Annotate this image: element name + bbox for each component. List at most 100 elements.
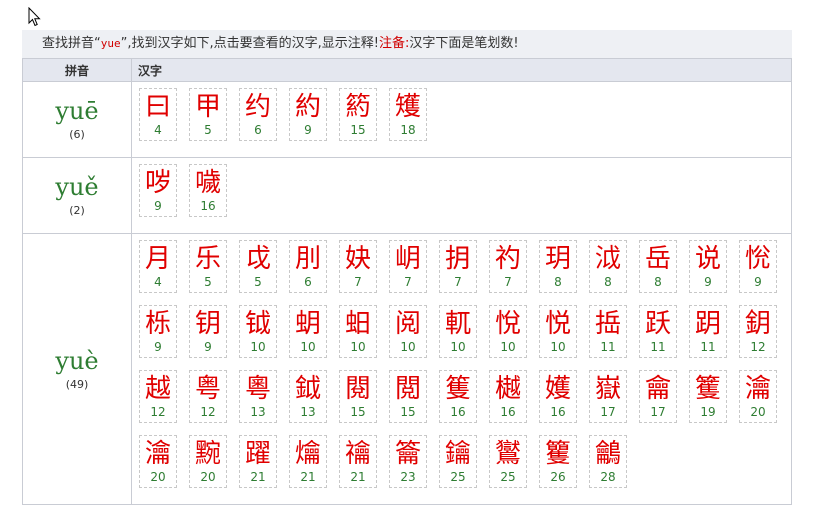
hanzi-link[interactable]: 籥 23 bbox=[389, 435, 427, 488]
hanzi-link[interactable]: 約9 bbox=[289, 88, 327, 141]
stroke-count: 9 bbox=[154, 199, 162, 213]
hanzi-link[interactable]: 禴 21 bbox=[339, 435, 377, 488]
hanzi-link[interactable]: 閱 15 bbox=[339, 370, 377, 423]
hanzi-char: 岳 bbox=[644, 244, 671, 274]
hanzi-link[interactable]: 鉞 13 bbox=[289, 370, 327, 423]
stroke-count: 20 bbox=[150, 470, 166, 484]
stroke-count: 18 bbox=[400, 123, 416, 137]
hanzi-link[interactable]: 箹 15 bbox=[339, 88, 377, 141]
hanzi-link[interactable]: 爚 21 bbox=[289, 435, 327, 488]
hanzi-link[interactable]: 嶽 17 bbox=[589, 370, 627, 423]
hanzi-link[interactable]: 钺 10 bbox=[239, 305, 277, 358]
hanzi-char: 抈 bbox=[444, 244, 471, 274]
stroke-count: 11 bbox=[600, 340, 616, 354]
hanzi-char: 瀹 bbox=[744, 374, 771, 404]
hanzi-link[interactable]: 戉5 bbox=[239, 240, 277, 293]
hanzi-link[interactable]: 甲5 bbox=[189, 88, 227, 141]
hanzi-link[interactable]: 鸑 25 bbox=[489, 435, 527, 488]
hanzi-link[interactable]: 蚏 10 bbox=[289, 305, 327, 358]
hanzi-link[interactable]: 瀹 20 bbox=[739, 370, 777, 423]
stroke-count: 25 bbox=[450, 470, 466, 484]
hanzi-link[interactable]: 噦 16 bbox=[189, 164, 227, 217]
hanzi-link[interactable]: 躍 21 bbox=[239, 435, 277, 488]
hanzi-link[interactable]: 黦 20 bbox=[189, 435, 227, 488]
pinyin-group-row: yuē (6) 曰 4 甲 5 约 6 約 9 箹 15 矱 18 bbox=[22, 81, 792, 158]
hanzi-link[interactable]: 抈7 bbox=[439, 240, 477, 293]
hanzi-char: 黦 bbox=[194, 439, 221, 469]
hanzi-link[interactable]: 蚎 10 bbox=[339, 305, 377, 358]
hanzi-link[interactable]: 栎9 bbox=[139, 305, 177, 358]
hanzi-char: 越 bbox=[144, 374, 171, 404]
hanzi-link[interactable]: 閲 15 bbox=[389, 370, 427, 423]
search-info-bar: 查找拼音“yue”,找到汉字如下,点击要查看的汉字,显示注释!注备:汉字下面是笔… bbox=[22, 30, 792, 58]
hanzi-char: 籆 bbox=[694, 374, 721, 404]
stroke-count: 6 bbox=[304, 275, 312, 289]
hanzi-char: 閱 bbox=[344, 374, 371, 404]
stroke-count: 26 bbox=[550, 470, 566, 484]
hanzi-link[interactable]: 刖6 bbox=[289, 240, 327, 293]
hanzi-link[interactable]: 鸙 28 bbox=[589, 435, 627, 488]
stroke-count: 5 bbox=[254, 275, 262, 289]
hanzi-link[interactable]: 岳8 bbox=[639, 240, 677, 293]
stroke-count: 10 bbox=[450, 340, 466, 354]
stroke-count: 9 bbox=[754, 275, 762, 289]
pinyin-cell: yuè (49) bbox=[22, 233, 132, 505]
hanzi-link[interactable]: 阅 10 bbox=[389, 305, 427, 358]
hanzi-link[interactable]: 越 12 bbox=[139, 370, 177, 423]
hanzi-char: 鉞 bbox=[294, 374, 321, 404]
hanzi-link[interactable]: 悦 10 bbox=[539, 305, 577, 358]
hanzi-link[interactable]: 跃 11 bbox=[639, 305, 677, 358]
hanzi-link[interactable]: 鈅 12 bbox=[739, 305, 777, 358]
hanzi-link[interactable]: 钥9 bbox=[189, 305, 227, 358]
hanzi-char: 岄 bbox=[394, 244, 421, 274]
hanzi-link[interactable]: 月4 bbox=[139, 240, 177, 293]
hanzi-link[interactable]: 泧8 bbox=[589, 240, 627, 293]
pinyin-label: yuē bbox=[55, 97, 99, 125]
hanzi-link[interactable]: 约6 bbox=[239, 88, 277, 141]
pinyin-group-row: yuě (2) 哕 9 噦 16 bbox=[22, 157, 792, 234]
hanzi-char: 箹 bbox=[344, 92, 371, 122]
hanzi-char: 捳 bbox=[594, 309, 621, 339]
hanzi-link[interactable]: 悅 10 bbox=[489, 305, 527, 358]
stroke-count: 21 bbox=[300, 470, 316, 484]
hanzi-link[interactable]: 粤 12 bbox=[189, 370, 227, 423]
hanzi-link[interactable]: 跀 11 bbox=[689, 305, 727, 358]
stroke-count: 8 bbox=[604, 275, 612, 289]
char-grid: 月 4 乐 5 戉 5 刖 6 妜 7 岄 7 抈 7 礿 7 玥 8 泧 8 岳 8 说 9 恱 9 栎 9 钥 9 钺 10 蚏 10 蚎 10 阅… bbox=[139, 240, 791, 500]
char-grid: 曰 4 甲 5 约 6 約 9 箹 15 矱 18 bbox=[139, 88, 791, 153]
hanzi-link[interactable]: 軏 10 bbox=[439, 305, 477, 358]
hanzi-link[interactable]: 捳 11 bbox=[589, 305, 627, 358]
stroke-count: 4 bbox=[154, 275, 162, 289]
stroke-count: 10 bbox=[400, 340, 416, 354]
hanzi-char: 禴 bbox=[344, 439, 371, 469]
hanzi-link[interactable]: 矱 18 bbox=[389, 88, 427, 141]
char-grid: 哕 9 噦 16 bbox=[139, 164, 791, 229]
hanzi-char: 籰 bbox=[544, 439, 571, 469]
hanzi-link[interactable]: 岄7 bbox=[389, 240, 427, 293]
hanzi-char: 玥 bbox=[544, 244, 571, 274]
hanzi-link[interactable]: 籆 19 bbox=[689, 370, 727, 423]
stroke-count: 11 bbox=[700, 340, 716, 354]
hanzi-link[interactable]: 玥8 bbox=[539, 240, 577, 293]
hanzi-link[interactable]: 哕9 bbox=[139, 164, 177, 217]
stroke-count: 9 bbox=[154, 340, 162, 354]
hanzi-link[interactable]: 樾 16 bbox=[489, 370, 527, 423]
hanzi-link[interactable]: 嬳 16 bbox=[539, 370, 577, 423]
hanzi-link[interactable]: 恱9 bbox=[739, 240, 777, 293]
stroke-count: 19 bbox=[700, 405, 716, 419]
hanzi-link[interactable]: 鑰 25 bbox=[439, 435, 477, 488]
stroke-count: 9 bbox=[204, 340, 212, 354]
hanzi-link[interactable]: 乐5 bbox=[189, 240, 227, 293]
hanzi-link[interactable]: 龠 17 bbox=[639, 370, 677, 423]
hanzi-link[interactable]: 瀹 20 bbox=[139, 435, 177, 488]
hanzi-link[interactable]: 篗 16 bbox=[439, 370, 477, 423]
hanzi-link[interactable]: 妜7 bbox=[339, 240, 377, 293]
hanzi-link[interactable]: 籰 26 bbox=[539, 435, 577, 488]
hanzi-link[interactable]: 粵 13 bbox=[239, 370, 277, 423]
stroke-count: 7 bbox=[504, 275, 512, 289]
hanzi-link[interactable]: 礿7 bbox=[489, 240, 527, 293]
hanzi-link[interactable]: 说9 bbox=[689, 240, 727, 293]
stroke-count: 23 bbox=[400, 470, 416, 484]
hanzi-link[interactable]: 曰4 bbox=[139, 88, 177, 141]
hanzi-char: 乐 bbox=[194, 244, 221, 274]
